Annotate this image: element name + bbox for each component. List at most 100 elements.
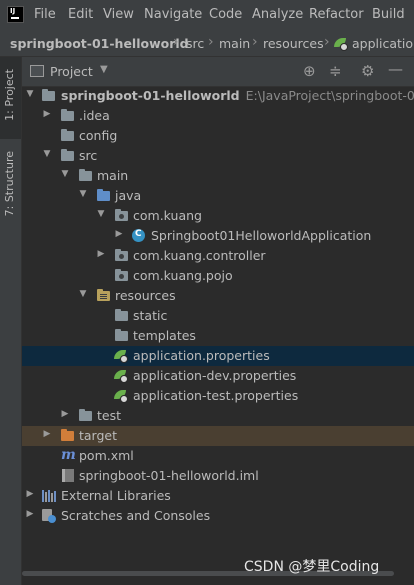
- tree-node-label: target: [79, 428, 118, 443]
- breadcrumb-resources[interactable]: resources: [263, 36, 324, 51]
- tree-node-label: application-dev.properties: [133, 368, 297, 383]
- folder-icon: [79, 169, 93, 182]
- expanded-arrow-icon[interactable]: ▼: [78, 289, 88, 299]
- menu-navigate[interactable]: Navigate: [144, 7, 202, 22]
- spring-properties-icon: [114, 369, 128, 383]
- collapsed-arrow-icon[interactable]: ▶: [25, 509, 35, 519]
- tree-node-package-com-kuang[interactable]: ▼ com.kuang: [22, 206, 414, 226]
- project-tree: ▼ springboot-01-helloworld E:\JavaProject…: [22, 86, 414, 566]
- breadcrumb-project[interactable]: springboot-01-helloworld: [10, 36, 189, 51]
- breadcrumb-application[interactable]: application: [352, 36, 414, 51]
- minimize-icon[interactable]: —: [388, 60, 403, 78]
- menu-refactor[interactable]: Refactor: [309, 7, 364, 22]
- tree-node-src[interactable]: ▼ src: [22, 146, 414, 166]
- menu-edit[interactable]: Edit: [68, 7, 93, 22]
- spring-properties-icon: [334, 37, 348, 51]
- collapsed-arrow-icon[interactable]: ▶: [25, 489, 35, 499]
- tree-node-external-libraries[interactable]: ▶ External Libraries: [22, 486, 414, 506]
- project-tool-tab-label: 1: Project: [3, 69, 16, 121]
- expanded-arrow-icon[interactable]: ▼: [60, 169, 70, 179]
- tree-node-label: resources: [115, 288, 176, 303]
- tree-node-templates[interactable]: templates: [22, 326, 414, 346]
- menu-build[interactable]: Build: [372, 7, 405, 22]
- tree-node-main[interactable]: ▼ main: [22, 166, 414, 186]
- tree-node-label: com.kuang: [133, 208, 202, 223]
- breadcrumb-main[interactable]: main: [219, 36, 250, 51]
- tool-window-strip: 1: Project 7: Structure: [0, 57, 22, 585]
- collapsed-arrow-icon[interactable]: ▶: [42, 109, 52, 119]
- project-view-selector[interactable]: Project: [50, 64, 93, 79]
- tree-node-label: test: [97, 408, 122, 423]
- tree-node-target[interactable]: ▶ target: [22, 426, 414, 446]
- structure-tool-tab-label: 7: Structure: [3, 151, 16, 217]
- intellij-logo-icon: IJ: [7, 6, 24, 23]
- tree-node-scratches[interactable]: ▶ Scratches and Consoles: [22, 506, 414, 526]
- chevron-right-icon: ›: [208, 34, 214, 50]
- menu-view[interactable]: View: [103, 7, 134, 22]
- menu-analyze[interactable]: Analyze: [252, 7, 303, 22]
- chevron-down-icon[interactable]: ▼: [100, 64, 108, 75]
- tree-node-config[interactable]: config: [22, 126, 414, 146]
- collapsed-arrow-icon[interactable]: ▶: [60, 409, 70, 419]
- tree-node-iml[interactable]: springboot-01-helloworld.iml: [22, 466, 414, 486]
- tree-node-resources[interactable]: ▼ resources: [22, 286, 414, 306]
- tree-node-static[interactable]: static: [22, 306, 414, 326]
- source-folder-icon: [97, 189, 111, 202]
- chevron-right-icon: ›: [324, 34, 330, 50]
- tree-node-label: Scratches and Consoles: [61, 508, 211, 523]
- collapsed-arrow-icon[interactable]: ▶: [114, 229, 124, 239]
- library-icon: [42, 490, 56, 502]
- expanded-arrow-icon[interactable]: ▼: [25, 89, 35, 99]
- project-tool-tab[interactable]: 1: Project: [0, 57, 21, 139]
- watermark: CSDN @梦里Coding: [244, 559, 380, 575]
- menu-code[interactable]: Code: [209, 7, 242, 22]
- tree-node-label: springboot-01-helloworld E:\JavaProject\s…: [61, 88, 414, 103]
- spring-boot-class-icon: [132, 229, 145, 242]
- folder-icon: [79, 409, 93, 422]
- chevron-right-icon: ›: [173, 34, 179, 50]
- gear-icon[interactable]: ⚙: [361, 62, 374, 80]
- tree-node-idea[interactable]: ▶ .idea: [22, 106, 414, 126]
- tree-node-pom[interactable]: m pom.xml: [22, 446, 414, 466]
- tree-node-application-class[interactable]: ▶ Springboot01HelloworldApplication: [22, 226, 414, 246]
- collapse-all-icon[interactable]: ≑: [329, 62, 342, 80]
- tree-node-label: com.kuang.pojo: [133, 268, 233, 283]
- maven-icon: m: [61, 447, 76, 463]
- folder-icon: [115, 309, 129, 322]
- locate-icon[interactable]: ⊕: [303, 62, 316, 80]
- resources-folder-icon: [97, 289, 111, 302]
- menu-file[interactable]: File: [34, 7, 56, 22]
- folder-icon: [61, 109, 75, 122]
- menu-bar: IJ File Edit View Navigate Code Analyze …: [0, 0, 414, 31]
- chevron-right-icon: ›: [252, 34, 258, 50]
- excluded-folder-icon: [61, 429, 75, 442]
- tree-node-application-properties[interactable]: application.properties: [22, 346, 414, 366]
- tree-node-label: main: [97, 168, 129, 183]
- expanded-arrow-icon[interactable]: ▼: [78, 189, 88, 199]
- collapsed-arrow-icon[interactable]: ▶: [96, 249, 106, 259]
- tree-node-label: static: [133, 308, 168, 323]
- spring-properties-icon: [114, 349, 128, 363]
- tree-node-label: Springboot01HelloworldApplication: [151, 228, 372, 243]
- tree-node-application-test-properties[interactable]: application-test.properties: [22, 386, 414, 406]
- tree-node-java[interactable]: ▼ java: [22, 186, 414, 206]
- expanded-arrow-icon[interactable]: ▼: [42, 149, 52, 159]
- folder-icon: [61, 149, 75, 162]
- tree-node-test[interactable]: ▶ test: [22, 406, 414, 426]
- breadcrumb: springboot-01-helloworld › src › main › …: [0, 30, 414, 57]
- folder-icon: [115, 329, 129, 342]
- iml-file-icon: [62, 469, 74, 482]
- tree-node-project-root[interactable]: ▼ springboot-01-helloworld E:\JavaProject…: [22, 86, 414, 106]
- structure-tool-tab[interactable]: 7: Structure: [0, 149, 21, 231]
- package-icon: [115, 269, 129, 282]
- project-window-icon: [30, 65, 44, 77]
- project-panel-header: Project ▼ ⊕ ≑ ⚙ —: [22, 57, 414, 87]
- breadcrumb-src[interactable]: src: [186, 36, 204, 51]
- collapsed-arrow-icon[interactable]: ▶: [42, 429, 52, 439]
- package-icon: [115, 249, 129, 262]
- tree-node-application-dev-properties[interactable]: application-dev.properties: [22, 366, 414, 386]
- tree-node-label: application.properties: [133, 348, 270, 363]
- tree-node-package-pojo[interactable]: com.kuang.pojo: [22, 266, 414, 286]
- tree-node-package-controller[interactable]: ▶ com.kuang.controller: [22, 246, 414, 266]
- expanded-arrow-icon[interactable]: ▼: [96, 209, 106, 219]
